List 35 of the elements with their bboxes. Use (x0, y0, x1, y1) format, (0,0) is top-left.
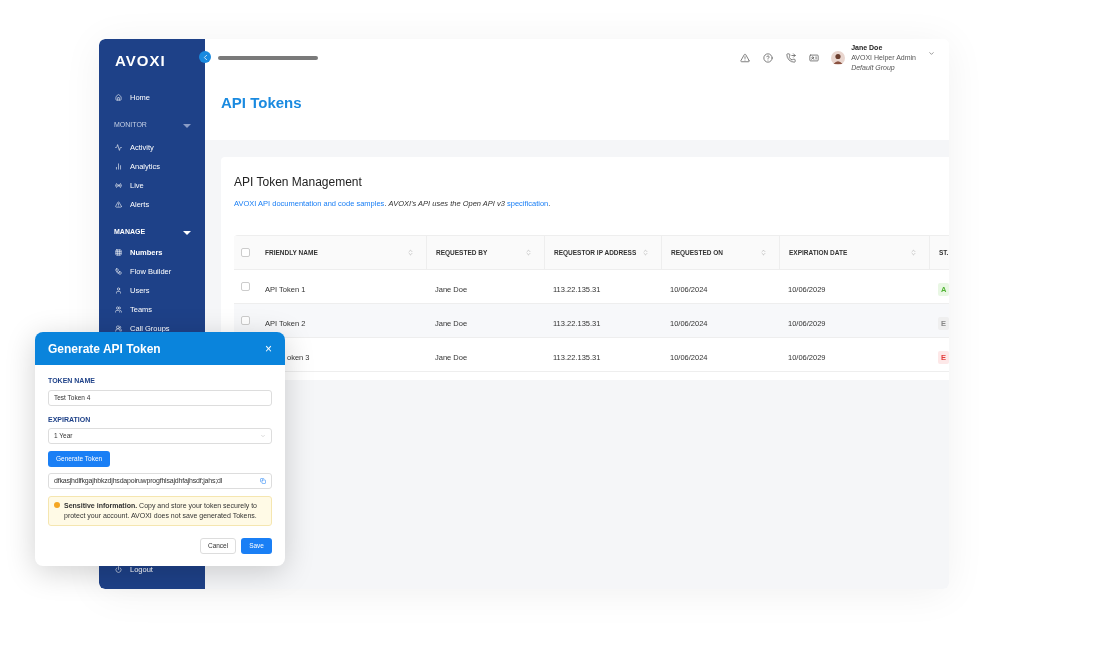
group-icon (115, 325, 122, 332)
id-card-icon[interactable] (809, 53, 820, 63)
activity-icon (115, 144, 122, 151)
sort-icon[interactable] (407, 249, 414, 257)
warning-icon (115, 201, 122, 208)
copy-icon[interactable] (260, 478, 266, 484)
caret-icon (183, 230, 191, 235)
caret-icon (183, 123, 191, 128)
chevron-down-icon[interactable] (928, 49, 935, 57)
info-icon (54, 502, 60, 508)
sort-icon[interactable] (760, 249, 767, 257)
avatar (831, 51, 846, 65)
home-icon (115, 94, 122, 101)
warning-icon[interactable] (740, 53, 751, 63)
page-title: API Tokens (221, 94, 302, 111)
user-icon (115, 287, 122, 294)
bar-chart-icon (115, 163, 122, 170)
sort-icon[interactable] (525, 249, 532, 257)
phone-icon[interactable] (786, 53, 797, 63)
checkbox[interactable] (240, 316, 250, 326)
logo: AVOXI (115, 52, 166, 69)
sort-icon[interactable] (910, 249, 917, 257)
help-icon[interactable] (763, 53, 774, 63)
users-icon (115, 306, 122, 313)
chevron-down-icon (260, 433, 266, 439)
collapse-button[interactable] (199, 51, 211, 63)
close-button[interactable]: × (265, 342, 272, 355)
broadcast-icon (115, 182, 122, 189)
checkbox[interactable] (240, 248, 250, 258)
checkbox[interactable] (240, 282, 250, 292)
flow-icon (115, 268, 122, 275)
dialog-title: Generate API Token (48, 340, 161, 358)
sort-icon[interactable] (642, 249, 649, 257)
grid-icon (115, 249, 122, 256)
card-title: API Token Management (234, 174, 363, 191)
